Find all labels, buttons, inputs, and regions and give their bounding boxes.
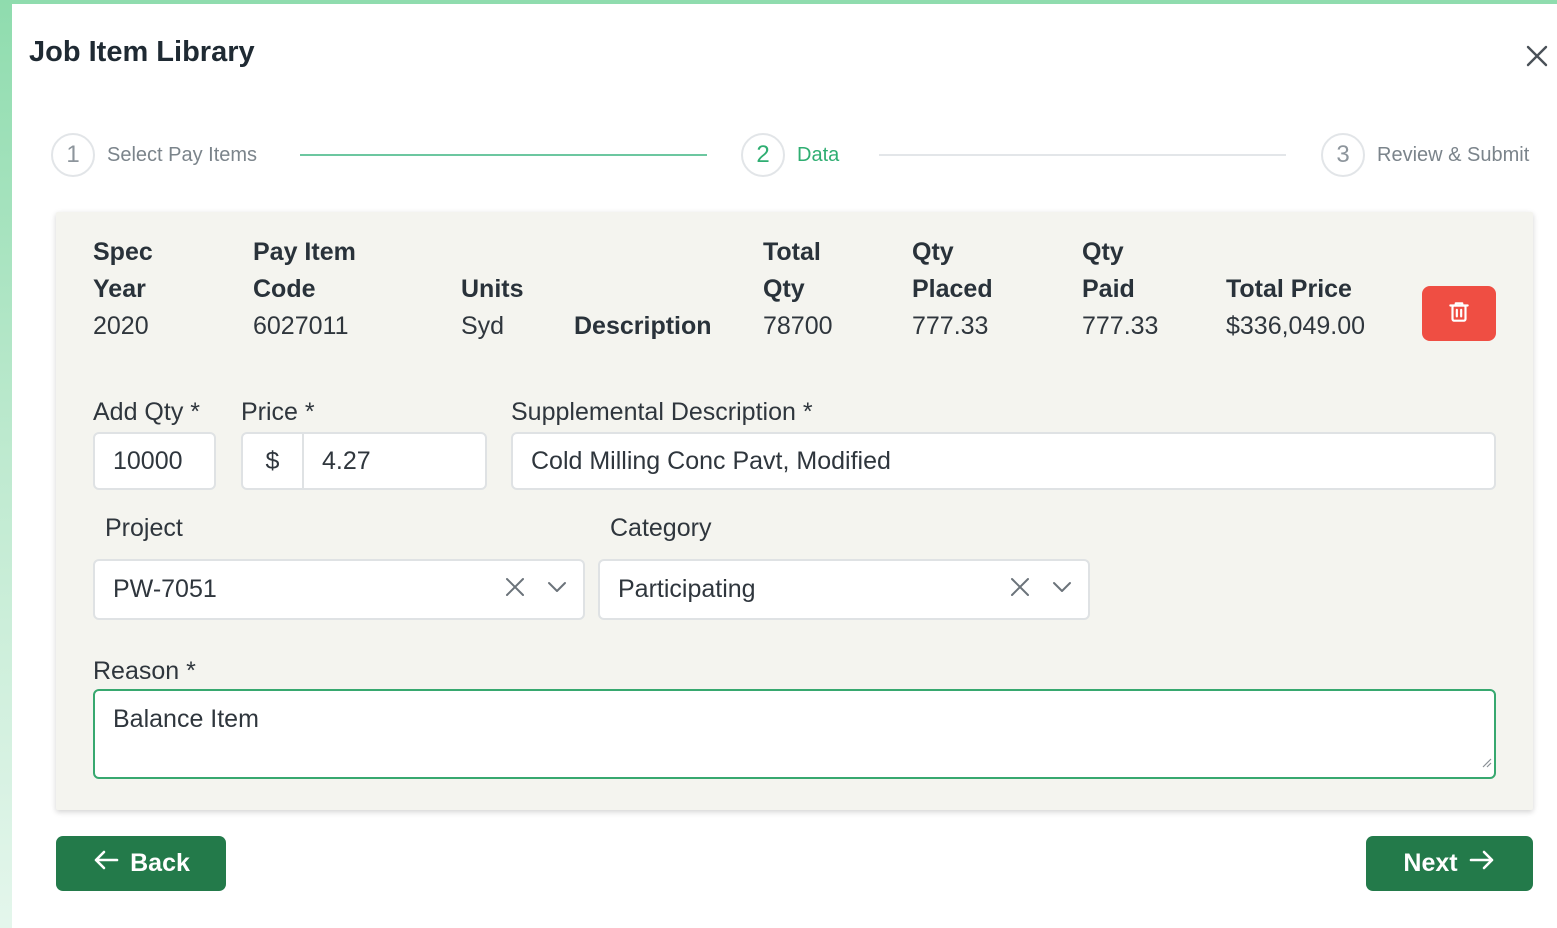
step-label: Data bbox=[797, 143, 840, 166]
reason-label: Reason * bbox=[93, 657, 196, 685]
close-icon[interactable] bbox=[1523, 42, 1551, 70]
step-label: Select Pay Items bbox=[107, 143, 258, 166]
step-number: 1 bbox=[51, 133, 95, 177]
units-value: Syd bbox=[461, 312, 505, 340]
header-units: Units bbox=[461, 275, 524, 303]
header-spec-year: Spec Year bbox=[93, 238, 153, 303]
job-item-library-modal: Job Item Library 1 Select Pay Items 2 Da… bbox=[12, 4, 1557, 928]
spec-year-value: 2020 bbox=[93, 312, 149, 340]
clear-icon[interactable] bbox=[1008, 575, 1032, 606]
next-button[interactable]: Next bbox=[1366, 836, 1533, 891]
add-qty-label: Add Qty * bbox=[93, 398, 200, 426]
next-button-label: Next bbox=[1403, 849, 1458, 877]
step-select-pay-items[interactable]: 1 Select Pay Items bbox=[51, 131, 257, 179]
total-qty-value: 78700 bbox=[763, 312, 833, 340]
header-total-price: Total Price bbox=[1226, 275, 1352, 303]
add-qty-value: 10000 bbox=[113, 446, 183, 475]
header-total-qty: Total Qty bbox=[763, 238, 821, 303]
back-button-label: Back bbox=[130, 849, 190, 877]
step-review-submit[interactable]: 3 Review & Submit bbox=[1321, 131, 1529, 179]
arrow-left-icon bbox=[92, 848, 120, 879]
arrow-right-icon bbox=[1468, 848, 1496, 879]
qty-placed-value: 777.33 bbox=[912, 312, 989, 340]
pay-item-code-value: 6027011 bbox=[253, 312, 349, 340]
reason-textarea[interactable]: Balance Item bbox=[93, 689, 1496, 779]
project-label: Project bbox=[105, 514, 183, 542]
header-qty-paid: Qty Paid bbox=[1082, 238, 1135, 303]
category-select[interactable]: Participating bbox=[598, 559, 1090, 620]
supplemental-description-value: Cold Milling Conc Pavt, Modified bbox=[531, 446, 891, 475]
pay-item-card: Spec Year 2020 Pay Item Code 6027011 Units… bbox=[56, 212, 1533, 810]
step-connector bbox=[300, 154, 707, 156]
step-number: 2 bbox=[741, 133, 785, 177]
price-input[interactable]: 4.27 bbox=[302, 432, 487, 490]
header-qty-placed: Qty Placed bbox=[912, 238, 993, 303]
add-qty-input[interactable]: 10000 bbox=[93, 432, 216, 490]
qty-paid-value: 777.33 bbox=[1082, 312, 1159, 340]
header-pay-item-code: Pay Item Code bbox=[253, 238, 356, 303]
resize-handle-icon[interactable] bbox=[1480, 746, 1492, 775]
price-currency-addon: $ bbox=[241, 432, 304, 490]
modal-title: Job Item Library bbox=[29, 36, 255, 68]
category-value: Participating bbox=[618, 575, 756, 603]
reason-value: Balance Item bbox=[113, 705, 259, 733]
category-label: Category bbox=[610, 514, 712, 542]
chevron-down-icon[interactable] bbox=[1050, 575, 1074, 606]
delete-button[interactable] bbox=[1422, 286, 1496, 341]
step-connector bbox=[879, 154, 1286, 156]
header-description: Description bbox=[574, 312, 712, 340]
step-number: 3 bbox=[1321, 133, 1365, 177]
project-select[interactable]: PW-7051 bbox=[93, 559, 585, 620]
project-value: PW-7051 bbox=[113, 575, 217, 603]
total-price-value: $336,049.00 bbox=[1226, 312, 1366, 340]
price-value: 4.27 bbox=[322, 446, 371, 475]
supplemental-description-label: Supplemental Description * bbox=[511, 398, 813, 426]
price-label: Price * bbox=[241, 398, 315, 426]
chevron-down-icon[interactable] bbox=[545, 575, 569, 606]
supplemental-description-input[interactable]: Cold Milling Conc Pavt, Modified bbox=[511, 432, 1496, 490]
back-button[interactable]: Back bbox=[56, 836, 226, 891]
clear-icon[interactable] bbox=[503, 575, 527, 606]
step-data[interactable]: 2 Data bbox=[741, 131, 839, 179]
trash-icon bbox=[1446, 299, 1472, 328]
step-label: Review & Submit bbox=[1377, 143, 1530, 166]
